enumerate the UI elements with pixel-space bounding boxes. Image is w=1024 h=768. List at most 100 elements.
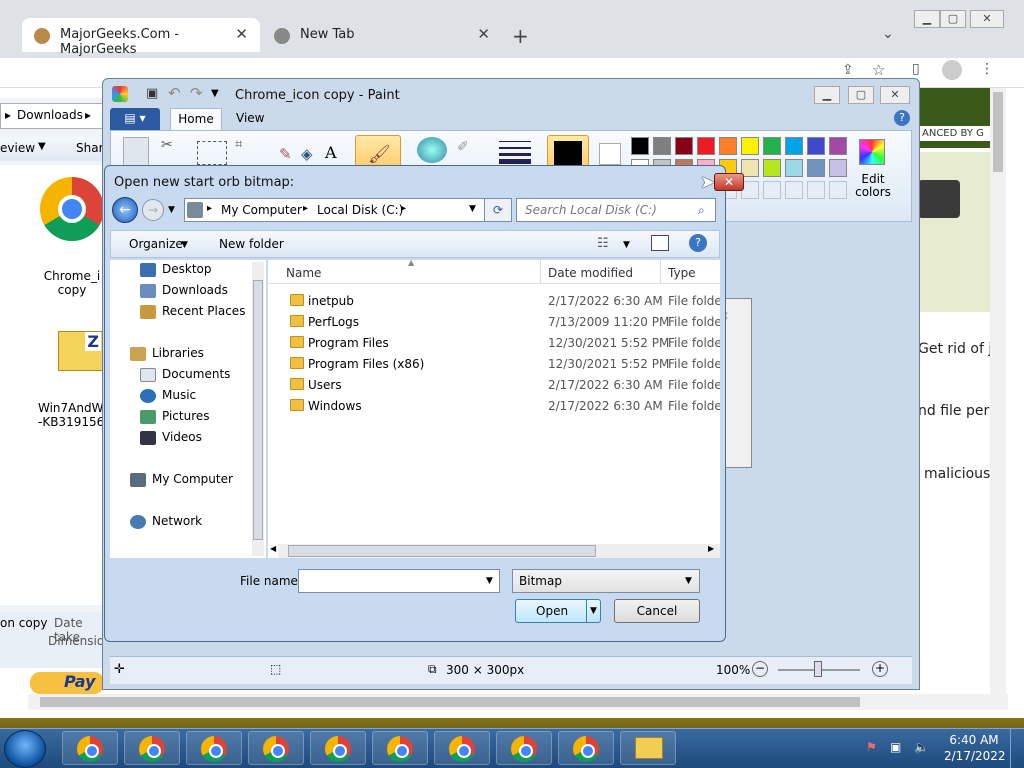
taskbar-explorer-button[interactable] <box>620 731 676 765</box>
shapes-icon[interactable] <box>417 137 447 163</box>
file-label[interactable]: Chrome_i copy <box>40 269 104 297</box>
chrome-file-thumbnail-icon[interactable] <box>40 177 104 241</box>
address-bar[interactable]: ▸ My Computer ▸ Local Disk (C:) ▸ ▼ <box>184 198 512 222</box>
tab-search-chevron-icon[interactable]: ⌄ <box>882 26 894 42</box>
change-view-icon[interactable]: ☷ <box>597 236 609 251</box>
search-icon[interactable]: ⌕ <box>698 203 705 218</box>
nav-recent-places[interactable]: Recent Places <box>140 304 245 324</box>
taskbar-chrome-button[interactable] <box>496 731 552 765</box>
recent-locations-chevron-icon[interactable]: ▼ <box>168 205 175 215</box>
palette-swatch[interactable] <box>763 159 781 177</box>
palette-empty-swatch[interactable] <box>763 181 781 199</box>
taskbar-chrome-button[interactable] <box>558 731 614 765</box>
address-local-disk[interactable]: Local Disk (C:) <box>317 203 403 217</box>
cancel-button[interactable]: Cancel <box>614 599 700 623</box>
search-input[interactable]: Search Local Disk (C:) <box>516 198 716 222</box>
palette-swatch[interactable] <box>697 137 715 155</box>
crop-icon[interactable]: ⌗ <box>235 137 242 152</box>
palette-empty-swatch[interactable] <box>785 181 803 199</box>
nav-libraries[interactable]: Libraries <box>130 346 204 366</box>
new-tab-plus-icon[interactable]: + <box>512 24 529 48</box>
file-list-hscrollbar[interactable]: ◀ ▶ <box>270 544 720 558</box>
close-tab-icon[interactable]: ✕ <box>477 25 490 43</box>
column-date[interactable]: Date modified <box>548 266 633 280</box>
show-desktop-button[interactable] <box>1010 729 1024 768</box>
cut-icon[interactable]: ✂ <box>161 137 173 153</box>
file-label[interactable]: Win7AndW2 -KB319156 <box>38 401 104 429</box>
volume-icon[interactable]: 🔈 <box>914 740 929 754</box>
tab-new-tab[interactable]: New Tab ✕ <box>262 18 502 52</box>
back-arrow-icon[interactable]: ← <box>112 197 138 223</box>
preview-button[interactable]: eview <box>0 141 35 155</box>
zoom-slider-thumb[interactable] <box>814 661 822 677</box>
palette-swatch[interactable] <box>653 137 671 155</box>
nav-scrollbar[interactable] <box>252 262 264 556</box>
profile-avatar[interactable] <box>942 60 962 80</box>
nav-network[interactable]: Network <box>130 514 202 534</box>
fill-icon[interactable]: ◈ <box>301 145 313 163</box>
redo-icon[interactable]: ↷ <box>190 84 203 102</box>
nav-my-computer[interactable]: My Computer <box>130 472 233 492</box>
paint-minimize-button[interactable]: ▁ <box>814 86 840 104</box>
zoom-in-icon[interactable]: + <box>872 661 888 677</box>
address-my-computer[interactable]: My Computer <box>221 203 302 217</box>
palette-swatch[interactable] <box>719 137 737 155</box>
paint-maximize-button[interactable]: ▢ <box>848 86 874 104</box>
palette-empty-swatch[interactable] <box>829 181 847 199</box>
nav-downloads[interactable]: Downloads <box>140 283 228 303</box>
tab-majorgeeks[interactable]: MajorGeeks.Com - MajorGeeks ✕ <box>22 18 260 57</box>
view-chevron-icon[interactable]: ▼ <box>623 240 630 250</box>
outline-icon[interactable]: ✐ <box>457 139 469 155</box>
help-icon[interactable]: ? <box>689 234 707 252</box>
column-name[interactable]: Name <box>286 266 321 280</box>
palette-swatch[interactable] <box>741 137 759 155</box>
page-vertical-scrollbar[interactable] <box>990 88 1006 698</box>
bookmark-star-icon[interactable]: ☆ <box>872 61 885 79</box>
page-scroll-thumb[interactable] <box>993 92 1003 172</box>
taskbar-chrome-button[interactable] <box>310 731 366 765</box>
chrome-close-button[interactable]: ✕ <box>970 10 1004 28</box>
breadcrumb-downloads[interactable]: Downloads <box>17 108 83 122</box>
address-history-chevron-icon[interactable]: ▼ <box>469 204 476 214</box>
edit-colors-icon[interactable] <box>859 139 885 165</box>
paint-menu-button[interactable]: ▤ ▾ <box>110 108 160 130</box>
paste-icon[interactable] <box>123 137 149 167</box>
hscroll-thumb[interactable] <box>288 545 596 557</box>
undo-icon[interactable]: ↶ <box>168 84 181 102</box>
taskbar-chrome-button[interactable] <box>434 731 490 765</box>
taskbar-chrome-button[interactable] <box>124 731 180 765</box>
page-dark-button[interactable] <box>918 180 960 218</box>
taskbar-chrome-button[interactable] <box>248 731 304 765</box>
taskbar-chrome-button[interactable] <box>62 731 118 765</box>
select-icon[interactable] <box>197 141 227 165</box>
palette-swatch[interactable] <box>763 137 781 155</box>
file-row[interactable]: inetpub 2/17/2022 6:30 AM File folder <box>268 291 720 312</box>
quick-access-chevron-icon[interactable]: ▼ <box>211 88 219 99</box>
scroll-left-icon[interactable]: ◀ <box>270 544 276 553</box>
dialog-close-button[interactable]: ✕ <box>714 173 744 191</box>
edit-colors-label[interactable]: Edit colors <box>851 173 895 199</box>
preview-pane-icon[interactable] <box>651 235 669 251</box>
network-tray-icon[interactable]: ▣ <box>890 740 901 754</box>
open-button[interactable]: Open ▼ <box>515 599 601 623</box>
chrome-maximize-button[interactable]: ▢ <box>940 10 966 28</box>
action-center-icon[interactable]: ⚑ <box>866 740 877 754</box>
file-row[interactable]: PerfLogs 7/13/2009 11:20 PMFile folder <box>268 312 720 333</box>
help-icon[interactable]: ? <box>894 110 910 126</box>
nav-videos[interactable]: Videos <box>140 430 202 450</box>
palette-swatch[interactable] <box>829 159 847 177</box>
palette-swatch[interactable] <box>807 137 825 155</box>
page-hscroll-thumb[interactable] <box>40 697 860 707</box>
open-options-chevron-icon[interactable]: ▼ <box>590 600 597 622</box>
organize-button[interactable]: Organize <box>129 237 183 251</box>
chrome-minimize-button[interactable]: ▁ <box>914 10 940 28</box>
zoom-out-icon[interactable]: − <box>752 661 768 677</box>
taskbar-chrome-button[interactable] <box>372 731 428 765</box>
file-row[interactable]: Users 2/17/2022 6:30 AM File folder <box>268 375 720 396</box>
explorer-breadcrumb[interactable]: ▸ Downloads ▸ <box>0 103 104 129</box>
column-type[interactable]: Type <box>668 266 696 280</box>
palette-swatch[interactable] <box>829 137 847 155</box>
start-orb-icon[interactable] <box>4 730 46 768</box>
new-folder-button[interactable]: New folder <box>219 237 284 251</box>
taskbar-clock[interactable]: 6:40 AM 2/17/2022 <box>944 732 1006 764</box>
